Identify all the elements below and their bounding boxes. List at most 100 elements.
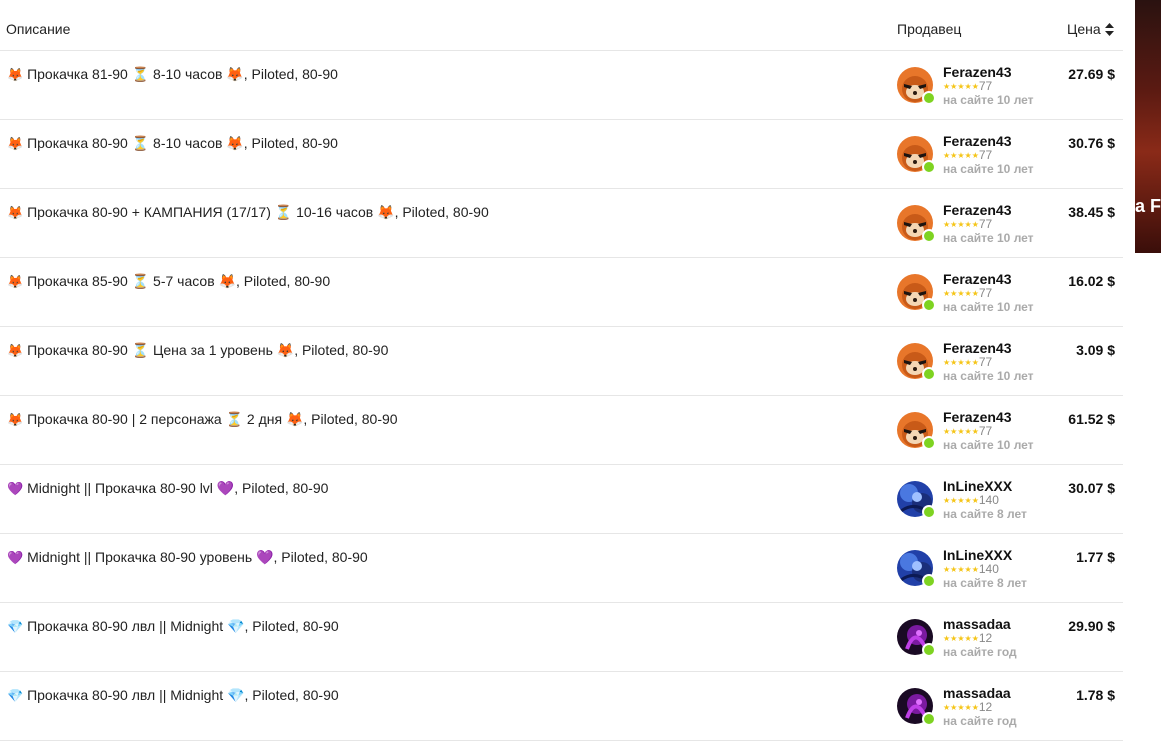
sort-icon (1104, 23, 1114, 36)
table-row[interactable]: 🦊 Прокачка 80-90 ⏳ 8-10 часов 🦊, Piloted… (0, 120, 1123, 189)
offer-emoji-icon: 🦊 (7, 344, 24, 359)
table-row[interactable]: 🦊 Прокачка 85-90 ⏳ 5-7 часов 🦊, Piloted,… (0, 258, 1123, 327)
offer-description-text: Прокачка 80-90 лвл || Midnight 💎, Pilote… (27, 618, 339, 634)
offer-price: 29.90 $ (1068, 618, 1115, 634)
rating-stars-icon: ★★★★★ (943, 358, 979, 367)
offer-emoji-icon: 🦊 (7, 413, 24, 428)
online-status-icon (922, 505, 936, 519)
seller-since: на сайте 10 лет (943, 162, 1034, 176)
online-status-icon (922, 574, 936, 588)
seller-name[interactable]: Ferazen43 (943, 409, 1011, 425)
table-header: Описание Продавец Цена (0, 0, 1123, 51)
offers-table: Описание Продавец Цена 🦊 Прокачка 81-90 … (0, 0, 1123, 741)
review-count: 140 (978, 493, 999, 507)
rating-stars-icon: ★★★★★ (943, 496, 979, 505)
offer-description-text: Midnight || Прокачка 80-90 lvl 💜, Pilote… (27, 480, 329, 496)
seller-avatar[interactable] (897, 274, 937, 314)
seller-name[interactable]: Ferazen43 (943, 271, 1011, 287)
table-row[interactable]: 🦊 Прокачка 80-90 ⏳ Цена за 1 уровень 🦊, … (0, 327, 1123, 396)
seller-rating: ★★★★★77 (943, 80, 992, 93)
online-status-icon (922, 160, 936, 174)
offer-description[interactable]: 💎 Прокачка 80-90 лвл || Midnight 💎, Pilo… (7, 687, 339, 704)
seller-avatar[interactable] (897, 550, 937, 590)
seller-name[interactable]: massadaa (943, 685, 1011, 701)
seller-avatar[interactable] (897, 136, 937, 176)
seller-since: на сайте год (943, 645, 1017, 659)
seller-since: на сайте 10 лет (943, 93, 1034, 107)
seller-rating: ★★★★★77 (943, 218, 992, 231)
price-header-label: Цена (1067, 21, 1101, 37)
side-banner[interactable]: a F (1135, 0, 1161, 253)
seller-avatar[interactable] (897, 481, 937, 521)
seller-name[interactable]: Ferazen43 (943, 64, 1011, 80)
seller-avatar[interactable] (897, 619, 937, 659)
seller-name[interactable]: InLineXXX (943, 478, 1012, 494)
seller-since: на сайте 8 лет (943, 576, 1027, 590)
rating-stars-icon: ★★★★★ (943, 220, 979, 229)
column-header-price-sort[interactable]: Цена (1067, 21, 1114, 37)
online-status-icon (922, 91, 936, 105)
offer-description[interactable]: 💜 Midnight || Прокачка 80-90 уровень 💜, … (7, 549, 368, 566)
offer-description[interactable]: 🦊 Прокачка 81-90 ⏳ 8-10 часов 🦊, Piloted… (7, 66, 338, 83)
seller-name[interactable]: Ferazen43 (943, 340, 1011, 356)
seller-since: на сайте 8 лет (943, 507, 1027, 521)
rating-stars-icon: ★★★★★ (943, 427, 979, 436)
review-count: 77 (978, 424, 993, 438)
offer-description[interactable]: 🦊 Прокачка 80-90 ⏳ 8-10 часов 🦊, Piloted… (7, 135, 338, 152)
table-row[interactable]: 💜 Midnight || Прокачка 80-90 lvl 💜, Pilo… (0, 465, 1123, 534)
offer-description-text: Прокачка 80-90 + КАМПАНИЯ (17/17) ⏳ 10-1… (27, 204, 489, 220)
review-count: 77 (978, 355, 993, 369)
seller-avatar[interactable] (897, 412, 937, 452)
rating-stars-icon: ★★★★★ (943, 634, 979, 643)
offer-price: 27.69 $ (1068, 66, 1115, 82)
offer-description[interactable]: 🦊 Прокачка 80-90 + КАМПАНИЯ (17/17) ⏳ 10… (7, 204, 489, 221)
seller-rating: ★★★★★140 (943, 563, 999, 576)
online-status-icon (922, 712, 936, 726)
seller-avatar[interactable] (897, 343, 937, 383)
table-row[interactable]: 🦊 Прокачка 80-90 + КАМПАНИЯ (17/17) ⏳ 10… (0, 189, 1123, 258)
seller-rating: ★★★★★77 (943, 287, 992, 300)
offer-description[interactable]: 🦊 Прокачка 85-90 ⏳ 5-7 часов 🦊, Piloted,… (7, 273, 330, 290)
seller-rating: ★★★★★77 (943, 149, 992, 162)
review-count: 140 (978, 562, 999, 576)
seller-avatar[interactable] (897, 688, 937, 728)
review-count: 77 (978, 79, 993, 93)
offer-description-text: Прокачка 81-90 ⏳ 8-10 часов 🦊, Piloted, … (27, 66, 338, 82)
review-count: 77 (978, 286, 993, 300)
seller-since: на сайте 10 лет (943, 369, 1034, 383)
review-count: 77 (978, 148, 993, 162)
offer-description[interactable]: 💎 Прокачка 80-90 лвл || Midnight 💎, Pilo… (7, 618, 339, 635)
table-row[interactable]: 🦊 Прокачка 80-90 | 2 персонажа ⏳ 2 дня 🦊… (0, 396, 1123, 465)
table-row[interactable]: 💎 Прокачка 80-90 лвл || Midnight 💎, Pilo… (0, 603, 1123, 672)
seller-avatar[interactable] (897, 67, 937, 107)
table-row[interactable]: 💜 Midnight || Прокачка 80-90 уровень 💜, … (0, 534, 1123, 603)
seller-name[interactable]: massadaa (943, 616, 1011, 632)
table-body: 🦊 Прокачка 81-90 ⏳ 8-10 часов 🦊, Piloted… (0, 51, 1123, 741)
offer-description[interactable]: 🦊 Прокачка 80-90 ⏳ Цена за 1 уровень 🦊, … (7, 342, 388, 359)
seller-name[interactable]: Ferazen43 (943, 202, 1011, 218)
offer-description[interactable]: 🦊 Прокачка 80-90 | 2 персонажа ⏳ 2 дня 🦊… (7, 411, 398, 428)
seller-since: на сайте 10 лет (943, 231, 1034, 245)
seller-rating: ★★★★★12 (943, 632, 992, 645)
offer-emoji-icon: 💜 (7, 482, 24, 497)
offer-emoji-icon: 🦊 (7, 68, 24, 83)
offer-description-text: Прокачка 80-90 лвл || Midnight 💎, Pilote… (27, 687, 339, 703)
offer-emoji-icon: 🦊 (7, 206, 24, 221)
seller-since: на сайте 10 лет (943, 438, 1034, 452)
rating-stars-icon: ★★★★★ (943, 289, 979, 298)
table-row[interactable]: 🦊 Прокачка 81-90 ⏳ 8-10 часов 🦊, Piloted… (0, 51, 1123, 120)
table-row[interactable]: 💎 Прокачка 80-90 лвл || Midnight 💎, Pilo… (0, 672, 1123, 741)
offer-description-text: Прокачка 80-90 ⏳ Цена за 1 уровень 🦊, Pi… (27, 342, 389, 358)
rating-stars-icon: ★★★★★ (943, 703, 979, 712)
review-count: 77 (978, 217, 993, 231)
offer-description[interactable]: 💜 Midnight || Прокачка 80-90 lvl 💜, Pilo… (7, 480, 328, 497)
offer-price: 30.76 $ (1068, 135, 1115, 151)
seller-rating: ★★★★★140 (943, 494, 999, 507)
seller-name[interactable]: Ferazen43 (943, 133, 1011, 149)
rating-stars-icon: ★★★★★ (943, 565, 979, 574)
seller-rating: ★★★★★77 (943, 356, 992, 369)
seller-avatar[interactable] (897, 205, 937, 245)
seller-name[interactable]: InLineXXX (943, 547, 1012, 563)
offer-price: 61.52 $ (1068, 411, 1115, 427)
review-count: 12 (978, 631, 993, 645)
